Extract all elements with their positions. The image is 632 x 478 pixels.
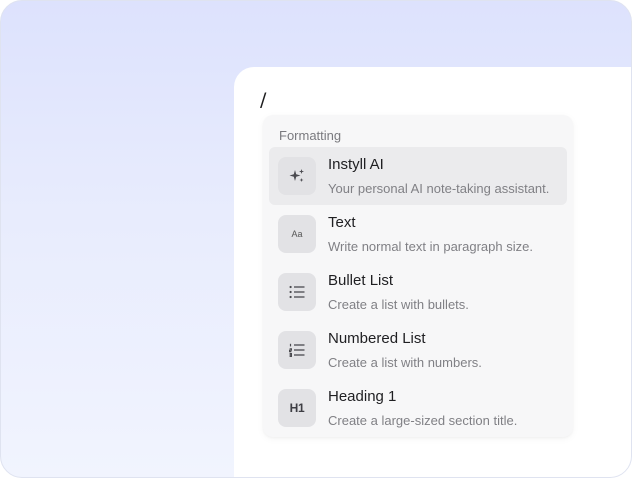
slash-command-menu: Formatting Instyll AI Your personal AI n… — [263, 115, 573, 437]
sparkles-icon — [278, 157, 316, 195]
menu-item-title: Instyll AI — [328, 156, 384, 173]
menu-item-description: Create a list with numbers. — [328, 355, 482, 370]
menu-item-description: Create a large-sized section title. — [328, 413, 518, 428]
menu-item-numbered-list[interactable]: Numbered List Create a list with numbers… — [269, 321, 567, 379]
menu-item-description: Your personal AI note-taking assistant. — [328, 181, 550, 196]
bullet-list-icon — [278, 273, 316, 311]
menu-section-label: Formatting — [279, 128, 342, 143]
menu-item-description: Write normal text in paragraph size. — [328, 239, 533, 254]
editor-panel[interactable]: / Formatting Instyll AI Your personal AI… — [234, 67, 631, 477]
menu-item-description: Create a list with bullets. — [328, 297, 469, 312]
menu-item-text[interactable]: Aa Text Write normal text in paragraph s… — [269, 205, 567, 263]
menu-item-title: Bullet List — [328, 272, 394, 289]
numbered-list-icon — [278, 331, 316, 369]
text-icon: Aa — [278, 215, 316, 253]
menu-item-bullet-list[interactable]: Bullet List Create a list with bullets. — [269, 263, 567, 321]
app-frame: / Formatting Instyll AI Your personal AI… — [0, 0, 632, 478]
text-icon-label: Aa — [291, 229, 303, 239]
editor-input-text[interactable]: / — [260, 89, 266, 111]
heading-icon: H1 — [278, 389, 316, 427]
menu-item-title: Text — [328, 214, 356, 231]
menu-item-heading-1[interactable]: H1 Heading 1 Create a large-sized sectio… — [269, 379, 567, 437]
menu-item-title: Heading 1 — [328, 388, 397, 405]
menu-item-title: Numbered List — [328, 330, 426, 347]
menu-item-instyll-ai[interactable]: Instyll AI Your personal AI note-taking … — [269, 147, 567, 205]
heading-icon-label: H1 — [289, 401, 305, 415]
